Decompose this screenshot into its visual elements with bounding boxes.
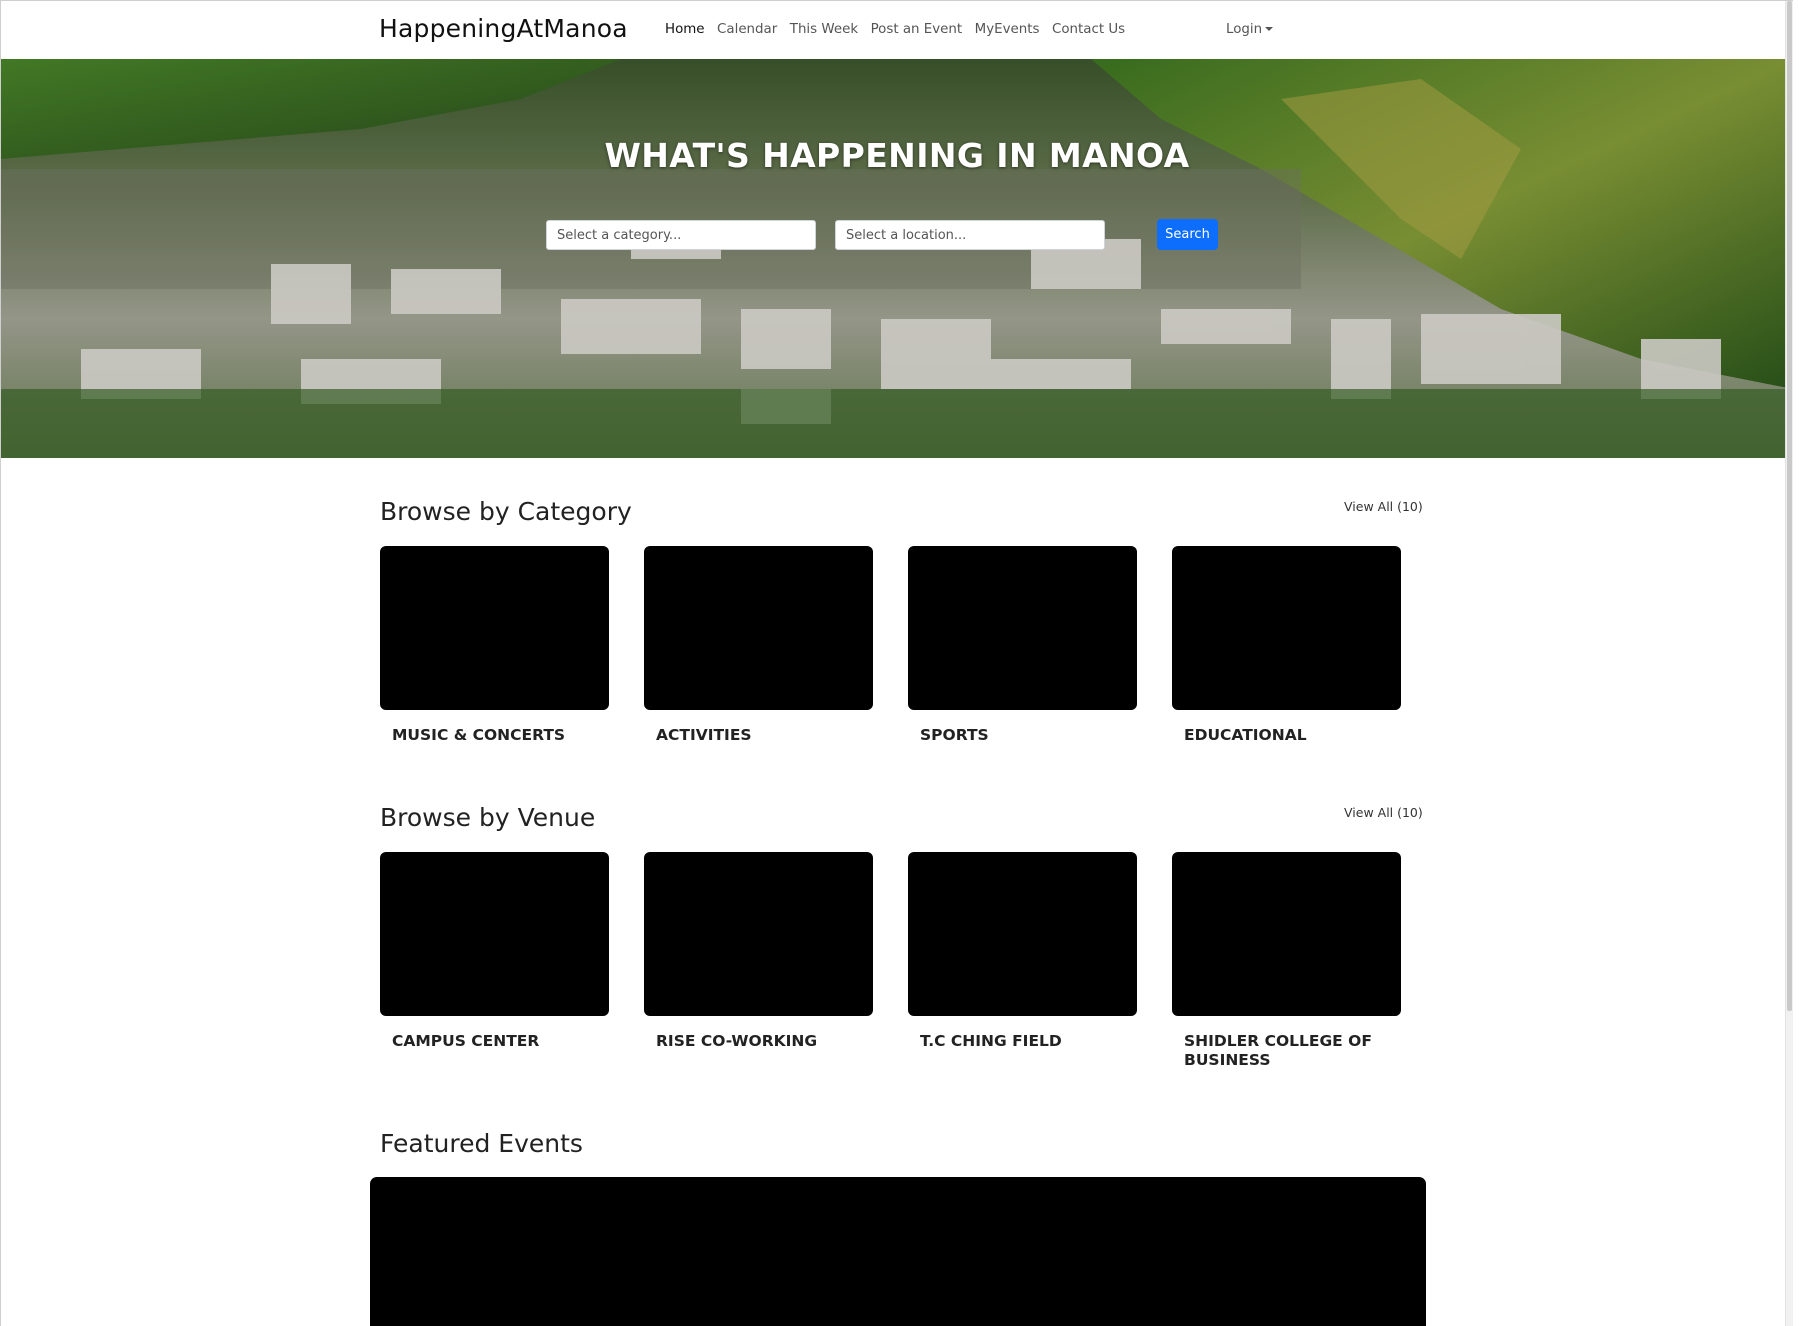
- venue-card-image[interactable]: [380, 852, 609, 1016]
- brand-logo[interactable]: HappeningAtManoa: [379, 14, 628, 43]
- page: HappeningAtManoa Home Calendar This Week…: [0, 0, 1793, 1326]
- category-card-image[interactable]: [908, 546, 1137, 710]
- nav-link-home[interactable]: Home: [665, 22, 705, 37]
- nav-link-post-event[interactable]: Post an Event: [871, 22, 963, 37]
- venue-card-label[interactable]: RISE CO-WORKING: [656, 1032, 876, 1051]
- venue-section-title: Browse by Venue: [380, 803, 596, 832]
- venue-card-label[interactable]: CAMPUS CENTER: [392, 1032, 612, 1051]
- venue-view-all-link[interactable]: View All (10): [1344, 805, 1423, 820]
- hero-background-image: [1, 59, 1793, 458]
- hero-banner: WHAT'S HAPPENING IN MANOA Select a categ…: [1, 59, 1793, 458]
- venue-card-image[interactable]: [1172, 852, 1401, 1016]
- category-card-label[interactable]: EDUCATIONAL: [1184, 726, 1404, 745]
- featured-event-banner[interactable]: [370, 1177, 1426, 1326]
- category-card-image[interactable]: [644, 546, 873, 710]
- login-dropdown[interactable]: Login: [1226, 22, 1274, 37]
- nav-link-calendar[interactable]: Calendar: [717, 22, 777, 37]
- category-view-all-link[interactable]: View All (10): [1344, 499, 1423, 514]
- hero-title: WHAT'S HAPPENING IN MANOA: [604, 136, 1190, 175]
- nav-link-myevents[interactable]: MyEvents: [975, 22, 1040, 37]
- nav-links: Home Calendar This Week Post an Event My…: [665, 22, 1138, 37]
- venue-card-image[interactable]: [908, 852, 1137, 1016]
- search-button[interactable]: Search: [1157, 219, 1218, 250]
- category-card-image[interactable]: [380, 546, 609, 710]
- venue-card-label[interactable]: SHIDLER COLLEGE OF BUSINESS: [1184, 1032, 1404, 1070]
- login-label: Login: [1226, 22, 1263, 37]
- category-section-title: Browse by Category: [380, 497, 632, 526]
- scrollbar-thumb[interactable]: [1787, 1, 1792, 1011]
- category-card-label[interactable]: ACTIVITIES: [656, 726, 876, 745]
- caret-down-icon: [1265, 27, 1274, 31]
- category-card-image[interactable]: [1172, 546, 1401, 710]
- venue-card-label[interactable]: T.C CHING FIELD: [920, 1032, 1140, 1051]
- nav-link-this-week[interactable]: This Week: [790, 22, 858, 37]
- category-card-label[interactable]: SPORTS: [920, 726, 1140, 745]
- location-select[interactable]: Select a location...: [835, 220, 1105, 250]
- vertical-scrollbar[interactable]: [1785, 1, 1793, 1326]
- featured-section-title: Featured Events: [380, 1129, 583, 1158]
- navbar: HappeningAtManoa Home Calendar This Week…: [1, 1, 1793, 59]
- category-card-label[interactable]: MUSIC & CONCERTS: [392, 726, 612, 745]
- venue-card-image[interactable]: [644, 852, 873, 1016]
- category-select[interactable]: Select a category...: [546, 220, 816, 250]
- nav-link-contact-us[interactable]: Contact Us: [1052, 22, 1125, 37]
